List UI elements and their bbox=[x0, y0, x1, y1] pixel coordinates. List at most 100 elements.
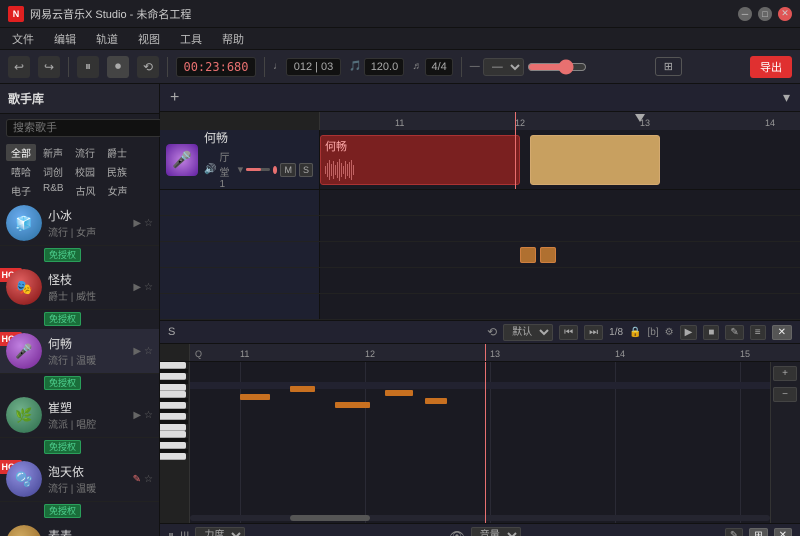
screen-btn[interactable]: ⊞ bbox=[655, 57, 682, 76]
record-btn[interactable]: ⏺ bbox=[107, 56, 129, 78]
pr-note-2[interactable] bbox=[290, 386, 315, 392]
menu-item-file[interactable]: 文件 bbox=[8, 29, 38, 49]
minimize-btn[interactable]: ─ bbox=[738, 7, 752, 21]
piano-roll-grid[interactable] bbox=[190, 362, 770, 523]
vocal-block[interactable]: 何畅 bbox=[320, 135, 520, 185]
filter-tag-new[interactable]: 新声 bbox=[38, 144, 68, 161]
singer-star-btn-guizhi[interactable]: ☆ bbox=[144, 282, 153, 293]
pr-note-1[interactable] bbox=[240, 394, 270, 400]
fx-select[interactable]: — bbox=[483, 58, 524, 76]
piano-key-w4[interactable] bbox=[160, 391, 186, 398]
edit-btn-pr[interactable]: ✎ bbox=[725, 325, 743, 340]
piano-key-w3[interactable] bbox=[160, 384, 186, 391]
note-block-1[interactable] bbox=[520, 247, 536, 263]
piano-key-w9[interactable] bbox=[160, 442, 186, 449]
lock-icon[interactable]: 🔒 bbox=[629, 327, 641, 338]
singer-item-hechang[interactable]: HOT 🎤 何畅 流行 | 温暖 ▶ ☆ bbox=[0, 329, 159, 374]
filter-tag-campus[interactable]: 校园 bbox=[70, 163, 100, 180]
pause-btn[interactable]: ⏸ bbox=[77, 56, 99, 78]
singer-item-cuisu[interactable]: 🌿 崔塑 流派 | 唱腔 ▶ ☆ bbox=[0, 393, 159, 438]
vocal-block-tan[interactable] bbox=[530, 135, 660, 185]
stop-btn-pr[interactable]: ■ bbox=[703, 325, 719, 340]
singer-play-btn-xiaobing[interactable]: ▶ bbox=[133, 218, 141, 229]
loop-end-marker[interactable] bbox=[635, 114, 645, 122]
filter-tag-folk[interactable]: 民族 bbox=[102, 163, 132, 180]
filter-tag-jazz[interactable]: 爵士 bbox=[102, 144, 132, 161]
piano-key-w6[interactable] bbox=[160, 413, 186, 420]
pr-note-3[interactable] bbox=[335, 402, 370, 408]
filter-tag-pop[interactable]: 流行 bbox=[70, 144, 100, 161]
singer-star-btn-paotianyy[interactable]: ☆ bbox=[144, 474, 153, 485]
pr-scrollbar-thumb[interactable] bbox=[290, 515, 370, 521]
eq-btn-pr[interactable]: ≡ bbox=[750, 325, 766, 340]
singer-item-mamai[interactable]: 🌾 麦麦 词创 | 中性 ▶ ☆ bbox=[0, 521, 159, 536]
filter-tag-guofeng[interactable]: 古风 bbox=[71, 182, 101, 199]
filter-tag-rnb[interactable]: R&B bbox=[38, 182, 69, 199]
mixer-channel-select[interactable]: 力度 bbox=[195, 527, 245, 536]
export-btn[interactable]: 导出 bbox=[750, 56, 792, 78]
undo-btn[interactable]: ↩ bbox=[8, 56, 30, 78]
menu-item-tools[interactable]: 工具 bbox=[176, 29, 206, 49]
note-block-2[interactable] bbox=[540, 247, 556, 263]
menu-item-edit[interactable]: 编辑 bbox=[50, 29, 80, 49]
pr-note-5[interactable] bbox=[425, 398, 447, 404]
mixer-expand-btn[interactable]: ⊞ bbox=[749, 528, 767, 536]
piano-key-w8[interactable] bbox=[160, 431, 186, 438]
pr-zoom-in[interactable]: + bbox=[773, 366, 797, 381]
singer-star-btn-cuisu[interactable]: ☆ bbox=[144, 410, 153, 421]
track-settings-btn[interactable]: ▾ bbox=[781, 87, 792, 108]
piano-key-w7[interactable] bbox=[160, 424, 186, 431]
singer-star-btn-xiaobing[interactable]: ☆ bbox=[144, 218, 153, 229]
piano-key-w5[interactable] bbox=[160, 402, 186, 409]
singer-play-btn-hechang[interactable]: ▶ bbox=[133, 346, 141, 357]
singer-item-guizhi[interactable]: HOT 🎭 怪枝 爵士 | 威性 ▶ ☆ bbox=[0, 265, 159, 310]
loop-btn[interactable]: ⟲ bbox=[137, 56, 159, 78]
menu-item-help[interactable]: 帮助 bbox=[218, 29, 248, 49]
menu-item-track[interactable]: 轨道 bbox=[92, 29, 122, 49]
quantize-select[interactable]: 默认 bbox=[503, 324, 553, 341]
add-track-btn[interactable]: + bbox=[168, 87, 181, 109]
sync-icon[interactable]: ⟲ bbox=[487, 325, 497, 339]
next-btn[interactable]: ⏭ bbox=[584, 325, 603, 340]
play-btn-pr[interactable]: ▶ bbox=[680, 325, 698, 340]
master-volume-slider[interactable] bbox=[527, 59, 587, 75]
pr-note-4[interactable] bbox=[385, 390, 413, 396]
filter-tag-all[interactable]: 全部 bbox=[6, 144, 36, 161]
filter-tag-female[interactable]: 女声 bbox=[103, 182, 133, 199]
piano-key-w1[interactable] bbox=[160, 362, 186, 369]
vocal-mute-btn[interactable]: M bbox=[280, 163, 296, 177]
mixer-pause-icon[interactable]: ⏸ bbox=[168, 528, 174, 536]
close-btn[interactable]: ✕ bbox=[778, 7, 792, 21]
window-controls[interactable]: ─ □ ✕ bbox=[738, 7, 792, 21]
pr-scrollbar[interactable] bbox=[190, 515, 770, 521]
vocal-vol-slider[interactable] bbox=[246, 168, 270, 171]
piano-key-w10[interactable] bbox=[160, 453, 186, 460]
mixer-vol-select[interactable]: 音量 bbox=[471, 527, 521, 536]
singer-item-paotianyy[interactable]: HOT 🫧 泡天依 流行 | 温暖 ✎ ☆ bbox=[0, 457, 159, 502]
mixer-eye-icon[interactable]: 👁 bbox=[449, 529, 464, 536]
singer-play-btn-guizhi[interactable]: ▶ bbox=[133, 282, 141, 293]
param-icon2[interactable]: ⚙ bbox=[665, 327, 674, 338]
vocal-vol-icon[interactable]: 🔊 bbox=[204, 164, 216, 175]
vocal-track-timeline[interactable]: 何畅 bbox=[320, 130, 800, 189]
redo-btn[interactable]: ↪ bbox=[38, 56, 60, 78]
prev-btn[interactable]: ⏮ bbox=[559, 325, 578, 340]
piano-key-w2[interactable] bbox=[160, 373, 186, 380]
mixer-edit-btn[interactable]: ✎ bbox=[725, 528, 743, 536]
search-input[interactable] bbox=[6, 119, 162, 137]
singer-play-btn-cuisu[interactable]: ▶ bbox=[133, 410, 141, 421]
pr-zoom-out[interactable]: − bbox=[773, 387, 797, 402]
singer-star-btn-hechang[interactable]: ☆ bbox=[144, 346, 153, 357]
vocal-solo-btn[interactable]: S bbox=[299, 163, 313, 177]
filter-tag-compose[interactable]: 词创 bbox=[38, 163, 68, 180]
menu-item-view[interactable]: 视图 bbox=[134, 29, 164, 49]
mixer-bars-icon[interactable]: ||| bbox=[180, 529, 189, 536]
mixer-close-btn[interactable]: ✕ bbox=[774, 528, 792, 536]
filter-tag-elec[interactable]: 电子 bbox=[6, 182, 36, 199]
maximize-btn[interactable]: □ bbox=[758, 7, 772, 21]
singer-item-xiaobing[interactable]: 🧊 小冰 流行 | 女声 ▶ ☆ bbox=[0, 201, 159, 246]
param-icon[interactable]: [b] bbox=[648, 327, 659, 338]
close-pr-btn[interactable]: ✕ bbox=[772, 325, 792, 340]
singer-play-btn-paotianyy[interactable]: ✎ bbox=[133, 474, 141, 485]
filter-tag-hiphop[interactable]: 嘻哈 bbox=[6, 163, 36, 180]
